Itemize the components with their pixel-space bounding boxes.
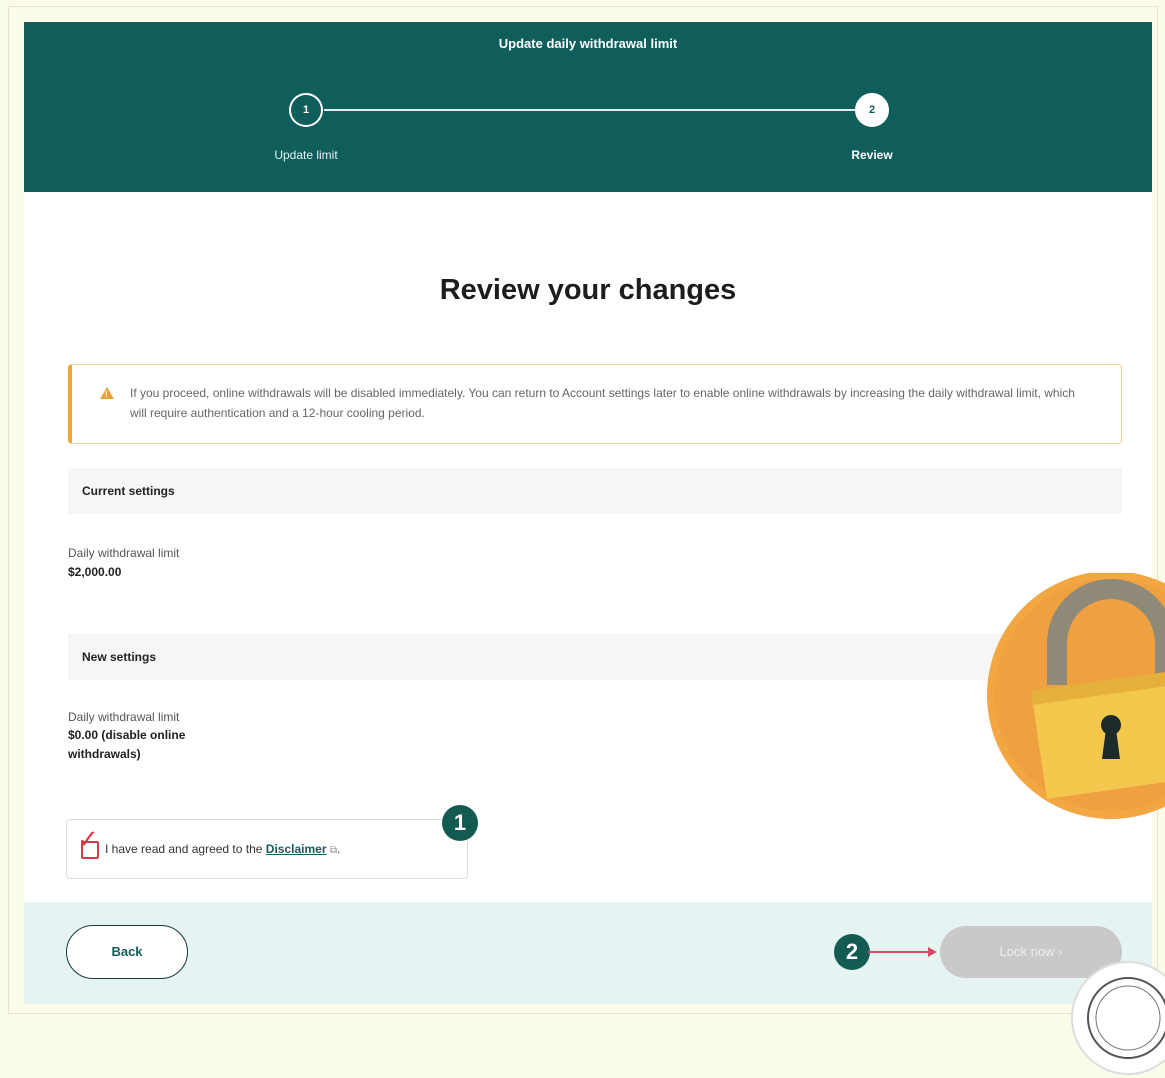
- warning-text: If you proceed, online withdrawals will …: [130, 386, 1075, 420]
- page-title: Review your changes: [439, 274, 737, 306]
- new-limit-value: $0.00 (disable online withdrawals): [68, 728, 186, 761]
- current-settings-heading: Current settings: [68, 468, 1122, 514]
- warning-alert: ! If you proceed, online withdrawals wil…: [68, 364, 1122, 444]
- warning-exclamation: !: [105, 390, 108, 399]
- annotation-arrow-line: [868, 951, 930, 953]
- withdrawal-limit-panel: Update daily withdrawal limit 1 2 Update…: [24, 22, 1152, 1004]
- annotation-arrow-head: [928, 947, 937, 957]
- padlock-icon: [987, 573, 1165, 819]
- step-2-indicator: 2: [855, 93, 889, 127]
- current-limit-label: Daily withdrawal limit: [68, 546, 180, 560]
- external-link-icon: ⧉: [329, 845, 337, 856]
- wizard-header: Update daily withdrawal limit 1 2 Update…: [24, 22, 1152, 192]
- corner-seal-graphic: [1071, 961, 1165, 1075]
- step-1-label: Update limit: [274, 148, 338, 162]
- disclaimer-suffix: .: [336, 842, 341, 856]
- disclaimer-link[interactable]: Disclaimer: [266, 842, 327, 856]
- new-limit-label: Daily withdrawal limit: [68, 710, 180, 724]
- back-button[interactable]: Back: [66, 925, 188, 979]
- wizard-title: Update daily withdrawal limit: [498, 36, 678, 51]
- step-2-label: Review: [851, 148, 893, 162]
- step-1-indicator: 1: [289, 93, 323, 127]
- stepper-line: [324, 109, 888, 111]
- check-icon: ✓: [77, 824, 99, 854]
- annotation-marker-2: 2: [834, 934, 870, 970]
- disclaimer-prefix: I have read and agreed to the: [105, 842, 263, 856]
- disclaimer-agreement[interactable]: ✓ I have read and agreed to the Disclaim…: [66, 819, 468, 879]
- new-settings-heading: New settings: [68, 634, 1122, 680]
- disclaimer-text: I have read and agreed to the Disclaimer…: [105, 842, 340, 856]
- current-limit-value: $2,000.00: [68, 565, 122, 579]
- annotation-marker-1: 1: [442, 805, 478, 841]
- wizard-footer: Back Lock now ›: [24, 902, 1152, 1004]
